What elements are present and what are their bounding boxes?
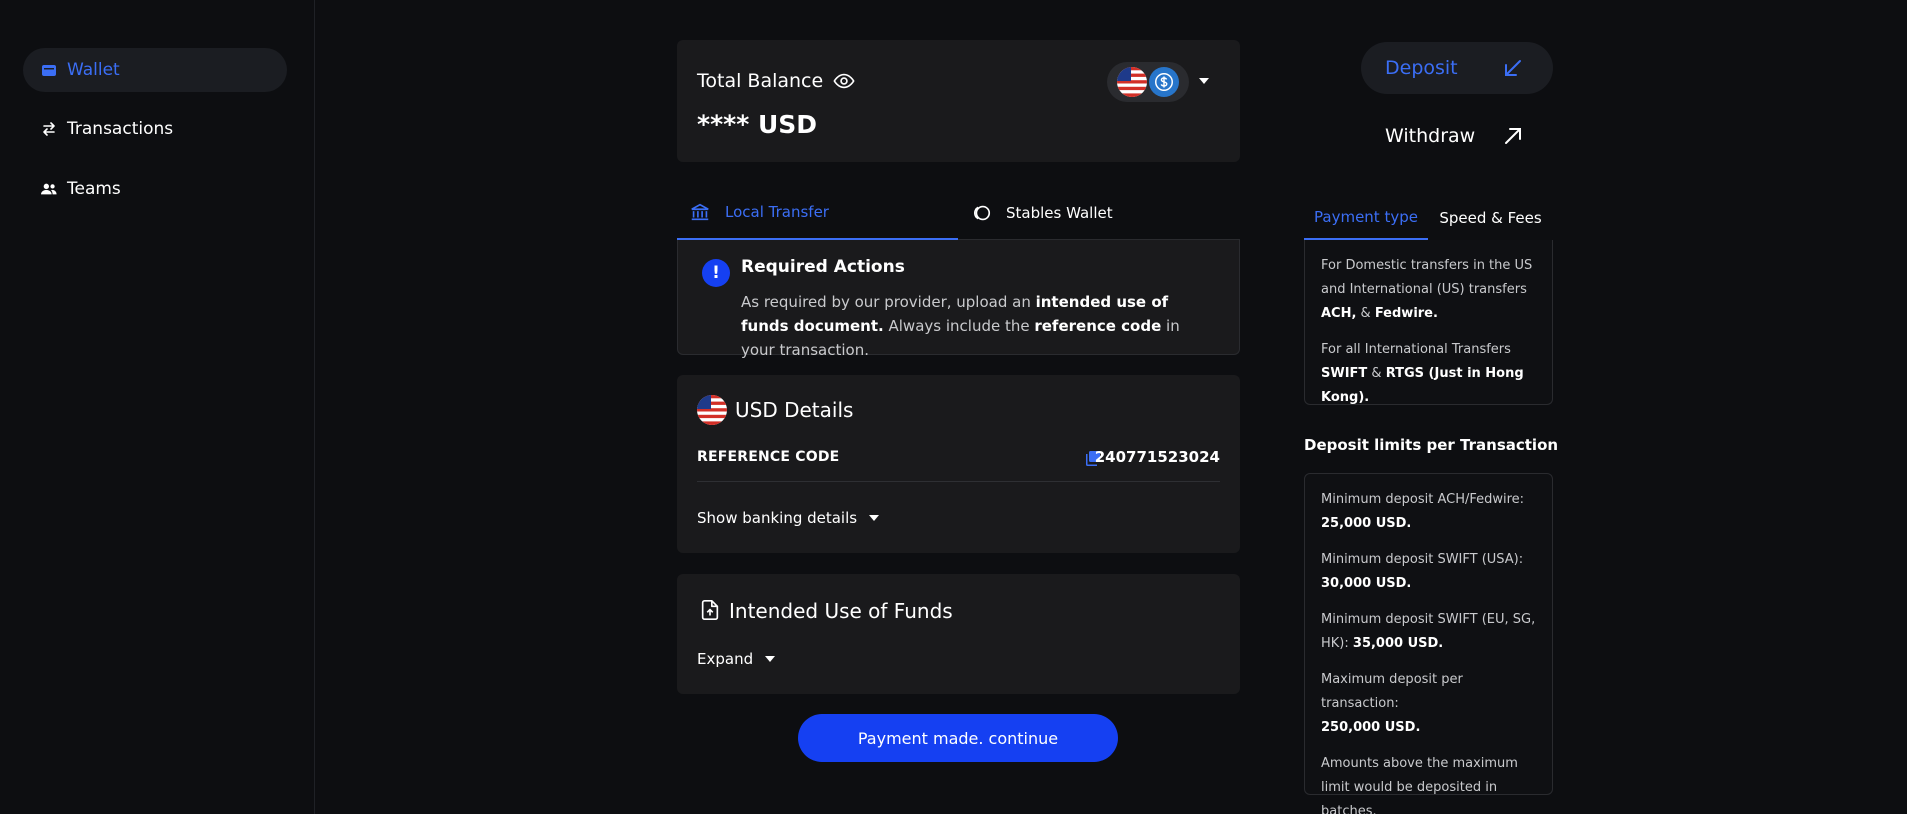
eye-icon[interactable]	[833, 70, 855, 92]
divider	[697, 481, 1220, 482]
bank-icon	[691, 203, 709, 221]
chevron-down-icon[interactable]	[1197, 74, 1211, 88]
show-banking-label: Show banking details	[697, 509, 858, 527]
balance-title-text: Total Balance	[697, 70, 824, 92]
tab-label: Stables Wallet	[1006, 204, 1113, 222]
wallet-icon	[40, 61, 58, 79]
required-actions-alert: ! Required Actions As required by our pr…	[677, 240, 1240, 359]
text-segment: Always include the	[883, 317, 1035, 335]
limit-value: 250,000 USD.	[1321, 720, 1421, 735]
info-tabs: Payment type Speed & Fees	[1304, 196, 1553, 240]
sidebar-item-label: Transactions	[67, 119, 174, 139]
limit-item: Minimum deposit SWIFT (USA): 30,000 USD.	[1321, 548, 1536, 596]
reference-code-value[interactable]: 240771523024	[1095, 448, 1220, 466]
transfer-arrows-icon	[40, 120, 58, 138]
payment-type-info: For Domestic transfers in the US and Int…	[1304, 240, 1553, 405]
tab-label: Local Transfer	[725, 203, 829, 221]
text-segment: &	[1367, 366, 1386, 381]
file-upload-icon	[701, 600, 719, 620]
limit-item: Minimum deposit SWIFT (EU, SG, HK): 35,0…	[1321, 608, 1536, 656]
coins-icon	[974, 205, 991, 221]
limit-value: 25,000 USD.	[1321, 516, 1412, 531]
limit-label: Minimum deposit ACH/Fedwire:	[1321, 492, 1525, 507]
transfer-tabs: Local Transfer Stables Wallet	[677, 186, 1240, 240]
sidebar-item-label: Teams	[67, 179, 121, 199]
intended-use-card: Intended Use of Funds Expand	[677, 574, 1240, 694]
payment-info-domestic: For Domestic transfers in the US and Int…	[1321, 254, 1536, 326]
deposit-limits-title: Deposit limits per Transaction	[1304, 436, 1559, 454]
us-flag-icon	[697, 395, 727, 425]
text-segment: As required by our provider, upload an	[741, 293, 1036, 311]
limit-label: Minimum deposit SWIFT (USA):	[1321, 552, 1524, 567]
currency-selector[interactable]	[1107, 62, 1189, 102]
withdraw-label: Withdraw	[1385, 125, 1476, 147]
deposit-button[interactable]: Deposit	[1361, 42, 1553, 94]
expand-label: Expand	[697, 650, 754, 668]
show-banking-details-toggle[interactable]: Show banking details	[697, 509, 881, 527]
text-bold: Fedwire.	[1374, 306, 1438, 321]
text-segment: &	[1356, 306, 1375, 321]
required-actions-text: As required by our provider, upload an i…	[741, 290, 1211, 362]
balance-card: Total Balance **** USD	[677, 40, 1240, 162]
intended-use-title: Intended Use of Funds	[729, 599, 953, 623]
people-icon	[40, 180, 58, 198]
sidebar-item-teams[interactable]: Teams	[23, 167, 287, 211]
expand-toggle[interactable]: Expand	[697, 650, 777, 668]
limit-item: Maximum deposit per transaction: 250,000 …	[1321, 668, 1536, 740]
usd-details-card: USD Details REFERENCE CODE 240771523024 …	[677, 375, 1240, 553]
limit-value: 35,000 USD.	[1352, 636, 1444, 651]
sidebar-item-transactions[interactable]: Transactions	[23, 107, 287, 151]
withdraw-button[interactable]: Withdraw	[1361, 110, 1553, 162]
tab-stables-wallet[interactable]: Stables Wallet	[958, 186, 1240, 240]
arrow-down-left-icon	[1505, 60, 1521, 76]
usdc-icon	[1149, 67, 1179, 97]
sidebar-item-wallet[interactable]: Wallet	[23, 48, 287, 92]
reference-code-label: REFERENCE CODE	[697, 449, 840, 465]
limit-item: Minimum deposit ACH/Fedwire: 25,000 USD.	[1321, 488, 1536, 536]
balance-title: Total Balance	[697, 70, 855, 92]
limit-label: Maximum deposit per transaction:	[1321, 672, 1463, 711]
usd-details-title: USD Details	[735, 398, 854, 422]
required-actions-title: Required Actions	[741, 257, 905, 277]
us-flag-icon	[1117, 67, 1147, 97]
payment-made-continue-button[interactable]: Payment made. continue	[798, 714, 1118, 762]
text-bold: ACH,	[1321, 306, 1357, 321]
text-segment: For all International Transfers	[1321, 342, 1511, 357]
chevron-down-icon	[869, 515, 880, 521]
tab-local-transfer[interactable]: Local Transfer	[677, 186, 958, 240]
text-bold: SWIFT	[1321, 366, 1368, 381]
deposit-limits-box: Minimum deposit ACH/Fedwire: 25,000 USD. …	[1304, 473, 1553, 814]
text-bold: reference code	[1034, 317, 1162, 335]
tab-speed-fees[interactable]: Speed & Fees	[1428, 196, 1553, 240]
limit-note: Amounts above the maximum limit would be…	[1321, 756, 1518, 814]
payment-info-international: For all International Transfers SWIFT & R…	[1321, 338, 1536, 410]
arrow-up-right-icon	[1505, 128, 1521, 144]
chevron-down-icon	[765, 656, 776, 662]
tab-payment-type[interactable]: Payment type	[1304, 196, 1428, 240]
exclamation-icon: !	[702, 259, 730, 287]
balance-amount: **** USD	[697, 110, 818, 139]
limit-value: 30,000 USD.	[1321, 576, 1412, 591]
sidebar: Wallet Transactions Teams	[0, 0, 315, 814]
deposit-label: Deposit	[1385, 57, 1458, 79]
sidebar-item-label: Wallet	[67, 60, 120, 80]
text-segment: For Domestic transfers in the US and Int…	[1321, 258, 1533, 297]
